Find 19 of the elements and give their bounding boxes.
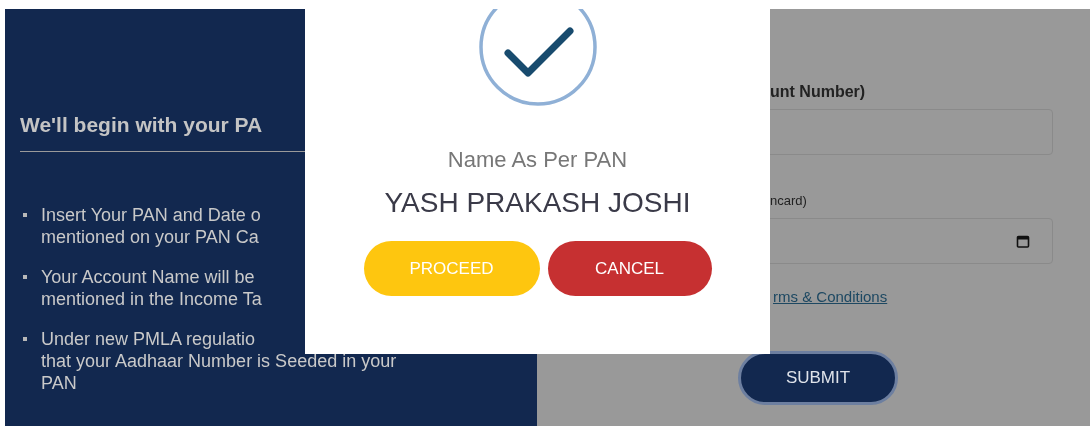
bullet-text: that your Aadhaar Number is Seeded in your [41, 350, 397, 372]
cancel-button[interactable]: CANCEL [547, 241, 712, 296]
section-heading: We'll begin with your PA [20, 113, 264, 137]
bullet-text: Insert Your PAN and Date o [41, 204, 261, 226]
bullet-icon [23, 213, 27, 217]
account-name: YASH PRAKASH JOSHI [384, 187, 691, 219]
bullet-text: Your Account Name will be [41, 266, 255, 288]
bullet-text: PAN [41, 372, 77, 394]
bullet-text: Under new PMLA regulatio [41, 328, 256, 350]
calendar-icon[interactable] [1016, 234, 1030, 248]
bullet-text: mentioned on your PAN Ca [41, 226, 259, 248]
bullet-icon [23, 337, 27, 341]
submit-button[interactable]: SUBMIT [738, 351, 898, 405]
field-label: ncard) [770, 193, 807, 208]
field-label: unt Number) [770, 83, 866, 101]
bullet-text: mentioned in the Income Ta [41, 288, 262, 310]
bullet-icon [23, 275, 27, 279]
modal-title: Name As Per PAN [447, 147, 628, 173]
terms-link[interactable]: rms & Conditions [773, 288, 888, 305]
